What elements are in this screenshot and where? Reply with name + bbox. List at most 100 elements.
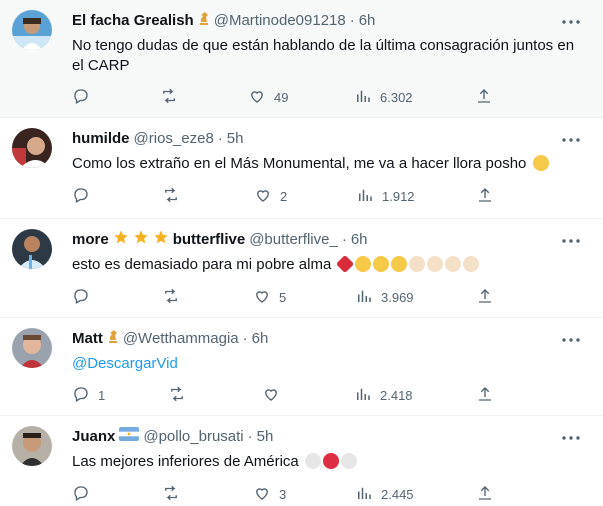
views-button[interactable]: 6.302 — [354, 87, 413, 107]
reply-button[interactable] — [72, 484, 98, 504]
like-button[interactable]: 3 — [253, 484, 286, 504]
like-count: 3 — [279, 486, 287, 502]
separator-dot: · — [217, 130, 223, 147]
argentina-flag-icon — [119, 427, 140, 447]
heart-icon — [253, 287, 271, 308]
more-options-icon[interactable] — [561, 330, 581, 350]
separator-dot: · — [341, 231, 347, 248]
like-button[interactable]: 5 — [253, 287, 286, 307]
relieved-face-emoji — [532, 155, 549, 171]
action-bar: 5 3.969 — [72, 287, 512, 307]
user-handle[interactable]: @Wetthammagia — [123, 329, 239, 349]
action-bar: 2 1.912 — [72, 186, 512, 206]
user-handle[interactable]: @pollo_brusati — [143, 427, 243, 447]
view-count: 2.418 — [380, 387, 413, 403]
star-icon — [113, 229, 129, 251]
views-button[interactable]: 1.912 — [356, 186, 415, 206]
heart-icon — [253, 484, 271, 505]
retweet-button[interactable] — [160, 87, 186, 107]
display-name-suffix[interactable]: butterflive — [173, 230, 246, 250]
separator-dot: · — [349, 12, 355, 29]
retweet-button[interactable] — [162, 186, 188, 206]
avatar[interactable] — [12, 229, 52, 269]
views-icon — [356, 186, 374, 207]
views-icon — [354, 385, 372, 406]
tweet[interactable]: more butterflive @butterflive_ · 6h esto… — [0, 219, 603, 318]
views-button[interactable]: 2.418 — [354, 385, 413, 405]
avatar[interactable] — [12, 128, 52, 168]
more-options-icon[interactable] — [561, 231, 581, 251]
share-button[interactable] — [476, 484, 494, 504]
reply-button[interactable]: 1 — [72, 385, 105, 405]
heart-icon — [262, 385, 280, 406]
user-handle[interactable]: @rios_eze8 — [134, 129, 214, 149]
views-icon — [355, 484, 373, 505]
like-count: 2 — [280, 188, 288, 204]
tweet-header: more butterflive @butterflive_ · 6h — [72, 230, 563, 250]
avatar[interactable] — [12, 426, 52, 466]
more-options-icon[interactable] — [561, 12, 581, 32]
like-button[interactable] — [262, 385, 288, 405]
avatar[interactable] — [12, 10, 52, 50]
share-icon — [476, 186, 494, 207]
reply-count: 1 — [98, 387, 106, 403]
view-count: 6.302 — [380, 89, 413, 105]
view-count: 1.912 — [382, 188, 415, 204]
tweet-header: Juanx @pollo_brusati · 5h — [72, 427, 563, 447]
timestamp[interactable]: 6h — [359, 11, 376, 31]
timestamp[interactable]: 5h — [227, 129, 244, 149]
like-count: 5 — [279, 289, 287, 305]
share-icon — [476, 287, 494, 308]
tweet[interactable]: Juanx @pollo_brusati · 5h Las mejores in… — [0, 416, 603, 506]
tweet[interactable]: humilde @rios_eze8 · 5h Como los extraño… — [0, 118, 603, 219]
reply-feed: El facha Grealish @Martinode091218 · 6h … — [0, 0, 603, 506]
tweet[interactable]: El facha Grealish @Martinode091218 · 6h … — [0, 0, 603, 118]
display-name-prefix[interactable]: more — [72, 230, 109, 250]
reply-button[interactable] — [72, 87, 98, 107]
chess-knight-icon — [107, 328, 119, 350]
avatar[interactable] — [12, 328, 52, 368]
share-icon — [476, 385, 494, 406]
display-name[interactable]: Juanx — [72, 427, 115, 447]
like-button[interactable]: 2 — [254, 186, 287, 206]
share-button[interactable] — [476, 287, 494, 307]
tweet-header: humilde @rios_eze8 · 5h — [72, 129, 563, 149]
mention-link[interactable]: @DescargarVid — [72, 354, 585, 374]
action-bar: 1 2.418 — [72, 385, 512, 405]
tweet[interactable]: Matt @Wetthammagia · 6h @DescargarVid 1 — [0, 318, 603, 416]
like-button[interactable]: 49 — [248, 87, 288, 107]
star-icon — [133, 229, 149, 251]
retweet-button[interactable] — [162, 287, 188, 307]
retweet-button[interactable] — [168, 385, 194, 405]
views-button[interactable]: 3.969 — [355, 287, 414, 307]
display-name[interactable]: humilde — [72, 129, 130, 149]
retweet-icon — [168, 385, 186, 406]
display-name[interactable]: Matt — [72, 329, 103, 349]
retweet-icon — [162, 186, 180, 207]
share-button[interactable] — [475, 87, 493, 107]
reply-icon — [72, 287, 90, 308]
views-icon — [354, 87, 372, 108]
more-options-icon[interactable] — [561, 130, 581, 150]
user-handle[interactable]: @Martinode091218 — [214, 11, 346, 31]
timestamp[interactable]: 5h — [257, 427, 274, 447]
timestamp[interactable]: 6h — [351, 230, 368, 250]
more-options-icon[interactable] — [561, 428, 581, 448]
tweet-text-content: Las mejores inferiores de América — [72, 453, 299, 470]
retweet-button[interactable] — [162, 484, 188, 504]
display-name[interactable]: El facha Grealish — [72, 11, 194, 31]
timestamp[interactable]: 6h — [252, 329, 269, 349]
reply-button[interactable] — [72, 186, 98, 206]
share-icon — [476, 484, 494, 505]
tweet-text: No tengo dudas de que están hablando de … — [72, 37, 575, 74]
retweet-icon — [160, 87, 178, 108]
share-button[interactable] — [476, 385, 494, 405]
reply-button[interactable] — [72, 287, 98, 307]
views-button[interactable]: 2.445 — [355, 484, 414, 504]
reply-icon — [72, 186, 90, 207]
heart-and-smiley-emojis — [335, 254, 480, 274]
reply-icon — [72, 87, 90, 108]
star-icon — [153, 229, 169, 251]
user-handle[interactable]: @butterflive_ — [249, 230, 338, 250]
share-button[interactable] — [476, 186, 494, 206]
